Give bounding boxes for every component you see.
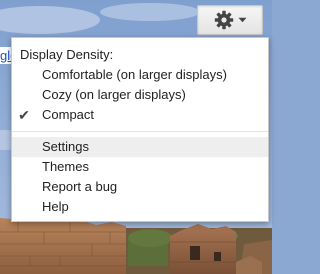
- density-option-compact[interactable]: ✔ Compact: [12, 105, 268, 125]
- settings-gear-button[interactable]: [197, 5, 263, 35]
- menu-item-themes[interactable]: Themes: [12, 157, 268, 177]
- menu-separator: [12, 131, 268, 132]
- menu-item-label: Themes: [42, 159, 89, 174]
- menu-item-label: Settings: [42, 139, 89, 154]
- menu-item-report-a-bug[interactable]: Report a bug: [12, 177, 268, 197]
- menu-item-label: Help: [42, 199, 69, 214]
- display-density-heading: Display Density:: [20, 47, 114, 62]
- checkmark-icon: ✔: [18, 107, 30, 123]
- density-option-comfortable[interactable]: Comfortable (on larger displays): [12, 65, 268, 85]
- menu-item-help[interactable]: Help: [12, 197, 268, 217]
- gear-icon: [214, 10, 234, 30]
- density-option-label: Compact: [42, 107, 95, 122]
- caret-down-icon: [238, 17, 247, 23]
- settings-dropdown-menu: Display Density: Comfortable (on larger …: [11, 37, 269, 222]
- density-option-cozy[interactable]: Cozy (on larger displays): [12, 85, 268, 105]
- menu-item-label: Report a bug: [42, 179, 118, 194]
- density-option-label: Cozy (on larger displays): [42, 87, 186, 102]
- density-option-label: Comfortable (on larger displays): [42, 67, 227, 82]
- menu-item-settings[interactable]: Settings: [12, 137, 268, 157]
